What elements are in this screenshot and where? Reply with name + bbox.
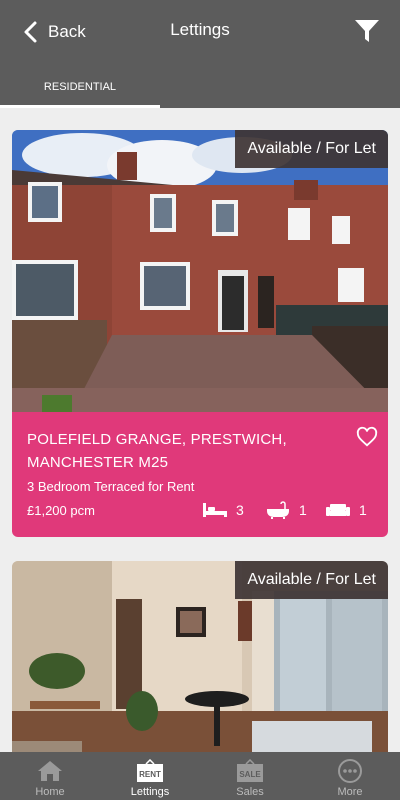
- listing-card[interactable]: Available / For Let: [12, 561, 388, 761]
- rent-sign-text: RENT: [139, 770, 161, 779]
- tab-bar: RESIDENTIAL: [0, 62, 400, 108]
- sofa-icon: [326, 504, 350, 516]
- page-title: Lettings: [170, 20, 230, 39]
- availability-badge: Available / For Let: [235, 561, 388, 599]
- nav-sales[interactable]: SALE Sales: [200, 752, 300, 800]
- listing-info: POLEFIELD GRANGE, PRESTWICH, MANCHESTER …: [12, 412, 388, 537]
- nav-home-label: Home: [35, 786, 65, 798]
- reception-count: 1: [325, 501, 367, 519]
- nav-more[interactable]: More: [300, 752, 400, 800]
- bedroom-count: 3: [202, 501, 244, 519]
- rent-sign-icon: RENT: [137, 759, 163, 782]
- availability-badge: Available / For Let: [235, 130, 388, 168]
- listing-description: 3 Bedroom Terraced for Rent: [27, 479, 195, 494]
- bathroom-value: 1: [299, 502, 307, 518]
- listing-price: £1,200 pcm: [27, 503, 95, 518]
- heart-icon[interactable]: [356, 426, 378, 448]
- nav-sales-label: Sales: [236, 786, 264, 798]
- reception-value: 1: [359, 502, 367, 518]
- nav-lettings[interactable]: RENT Lettings: [100, 752, 200, 800]
- filter-icon[interactable]: [354, 18, 380, 44]
- nav-more-label: More: [337, 786, 363, 798]
- property-photo: [12, 130, 388, 412]
- bedroom-value: 3: [236, 502, 244, 518]
- bottom-nav: Home RENT Lettings SALE Sales More: [0, 752, 400, 800]
- sale-sign-text: SALE: [239, 770, 261, 779]
- home-icon: [38, 761, 62, 781]
- app-header: Back Lettings RESIDENTIAL: [0, 0, 400, 108]
- listing-address: POLEFIELD GRANGE, PRESTWICH, MANCHESTER …: [27, 431, 287, 471]
- listing-card[interactable]: Available / For Let POLEFIELD GRANGE, PR…: [12, 130, 388, 537]
- tab-active-indicator: [0, 105, 160, 108]
- nav-lettings-label: Lettings: [130, 786, 170, 798]
- bath-icon: [267, 501, 289, 519]
- tab-residential-label: RESIDENTIAL: [43, 81, 117, 93]
- tab-residential[interactable]: RESIDENTIAL: [0, 62, 160, 108]
- nav-home[interactable]: Home: [0, 752, 100, 800]
- more-icon: [338, 759, 362, 783]
- sale-sign-icon: SALE: [237, 759, 263, 782]
- bathroom-count: 1: [265, 501, 307, 519]
- top-bar: Back Lettings: [0, 0, 400, 62]
- bed-icon: [203, 503, 227, 517]
